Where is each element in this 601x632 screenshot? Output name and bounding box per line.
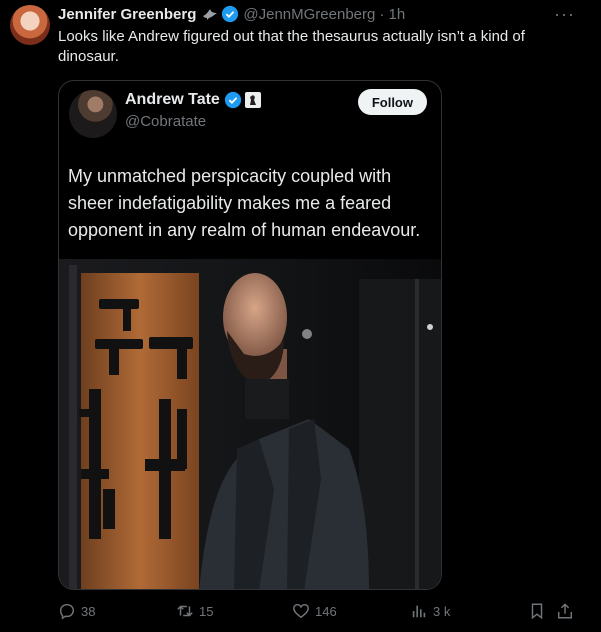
reply-count: 38 — [81, 603, 96, 619]
reply-icon — [59, 603, 75, 620]
tweet-actions: 38 15 146 3 k — [58, 600, 578, 624]
bookmark-icon — [531, 603, 543, 620]
quoted-tweet-photo[interactable] — [59, 259, 442, 590]
quoted-author-name-row: Andrew Tate — [125, 91, 261, 109]
follow-button[interactable]: Follow — [357, 89, 427, 115]
share-icon — [557, 603, 573, 619]
repost-action[interactable]: 15 — [176, 602, 213, 620]
share-action[interactable] — [556, 602, 574, 620]
bookmark-action[interactable] — [528, 602, 546, 620]
author-handle[interactable]: @JennMGreenberg — [243, 6, 375, 23]
like-count: 146 — [315, 603, 337, 619]
affiliate-badge-icon — [244, 92, 261, 108]
reply-action[interactable]: 38 — [58, 602, 95, 620]
views-chart-icon — [412, 605, 426, 618]
quoted-tweet[interactable]: Andrew Tate @Cobratate Follow My unmatch… — [58, 80, 442, 590]
author-avatar[interactable] — [10, 5, 50, 45]
quoted-author-name[interactable]: Andrew Tate — [125, 91, 220, 109]
views-count: 3 k — [433, 603, 451, 619]
author-name[interactable]: Jennifer Greenberg — [58, 6, 196, 23]
quoted-tweet-text: My unmatched perspicacity coupled with s… — [68, 166, 421, 240]
quoted-author-handle[interactable]: @Cobratate — [125, 113, 206, 130]
tweet-text: Looks like Andrew figured out that the t… — [58, 28, 525, 65]
repost-count: 15 — [199, 603, 214, 619]
verified-badge-icon — [222, 5, 239, 23]
tweet-header: Jennifer Greenberg @JennMGreenberg · 1h — [58, 4, 405, 24]
quoted-author-avatar[interactable] — [69, 90, 117, 138]
heart-icon — [293, 603, 309, 619]
repost-icon — [177, 605, 193, 617]
tweet-timestamp[interactable]: · 1h — [379, 6, 405, 23]
views-action[interactable]: 3 k — [410, 602, 450, 620]
dove-icon — [203, 9, 218, 20]
more-options-icon[interactable]: ··· — [554, 4, 575, 25]
like-action[interactable]: 146 — [292, 602, 337, 620]
verified-badge-icon — [224, 91, 241, 109]
